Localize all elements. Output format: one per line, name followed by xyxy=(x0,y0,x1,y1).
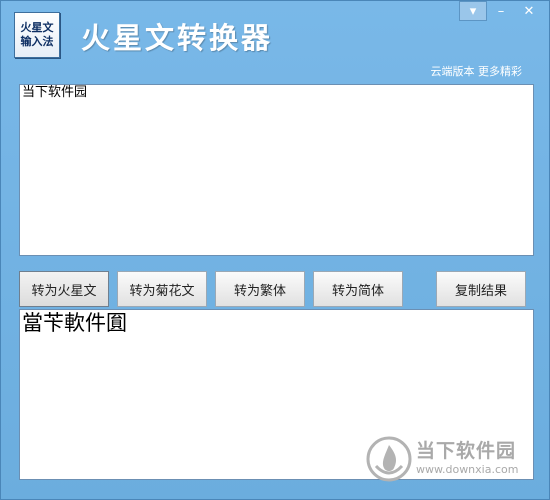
convert-to-traditional-button[interactable]: 转为繁体 xyxy=(215,271,305,307)
watermark-logo-icon xyxy=(366,436,412,482)
app-logo: 火星文 输入法 xyxy=(14,12,60,58)
watermark-text: 当下软件园 www.downxia.com xyxy=(416,440,518,478)
app-title: 火星文转换器 xyxy=(81,21,274,55)
minimize-button[interactable]: – xyxy=(487,1,515,21)
logo-line-1: 火星文 xyxy=(20,21,54,34)
cloud-version-link[interactable]: 云端版本 更多精彩 xyxy=(431,63,523,79)
main-window: 火星文 输入法 火星文转换器 ▾ – ✕ 云端版本 更多精彩 当下软件园 转为火… xyxy=(0,0,550,500)
close-button[interactable]: ✕ xyxy=(515,1,543,21)
watermark: 当下软件园 www.downxia.com xyxy=(366,429,536,489)
minimize-icon: – xyxy=(497,3,505,19)
chevron-down-icon: ▾ xyxy=(469,3,477,19)
logo-line-2: 输入法 xyxy=(20,35,54,48)
watermark-url: www.downxia.com xyxy=(416,463,519,476)
window-controls: ▾ – ✕ xyxy=(459,1,543,23)
copy-result-button[interactable]: 复制结果 xyxy=(436,271,526,307)
convert-to-chrysanthemum-button[interactable]: 转为菊花文 xyxy=(117,271,207,307)
close-icon: ✕ xyxy=(523,3,535,19)
menu-dropdown-button[interactable]: ▾ xyxy=(459,1,487,21)
input-text: 当下软件园 xyxy=(22,85,88,100)
watermark-title: 当下软件园 xyxy=(416,440,517,462)
convert-to-martian-button[interactable]: 转为火星文 xyxy=(19,271,109,307)
convert-to-simplified-button[interactable]: 转为简体 xyxy=(313,271,403,307)
input-textarea[interactable]: 当下软件园 xyxy=(19,84,534,256)
output-text: 當苄軟件圎 xyxy=(22,311,127,335)
